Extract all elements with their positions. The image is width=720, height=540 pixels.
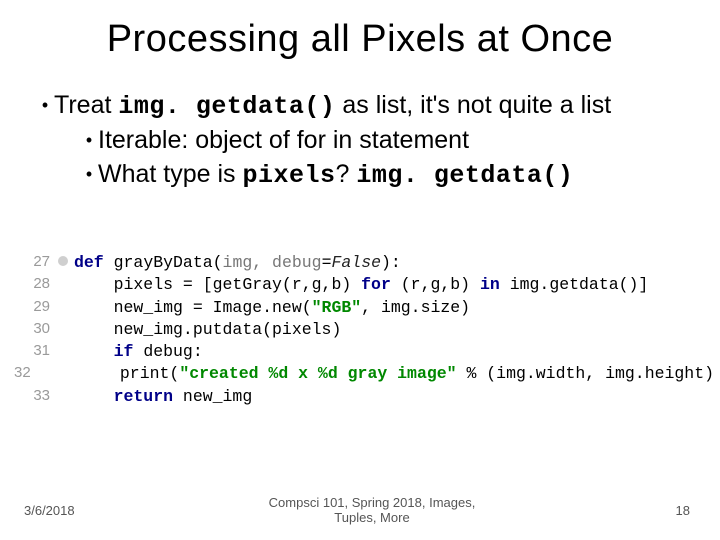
code-text: print("created %d x %d gray image" % (im… xyxy=(41,363,714,385)
text-run: print( xyxy=(41,364,180,383)
sub-bullet-text: Iterable: object of for in statement xyxy=(98,124,684,158)
text-run: (r,g,b) xyxy=(391,275,480,294)
code-line: 27 def grayByData(img, debug=False): xyxy=(14,252,698,274)
slide: Processing all Pixels at Once • Treat im… xyxy=(0,0,720,540)
bullet-item: • Treat img. getdata() as list, it's not… xyxy=(36,89,684,124)
footer: 3/6/2018 Compsci 101, Spring 2018, Image… xyxy=(0,495,720,526)
bullet-dot: • xyxy=(36,89,54,121)
code-text: if debug: xyxy=(74,341,203,363)
text-run: % (img.width, img.height) xyxy=(457,364,714,383)
inline-code: pixels xyxy=(243,161,336,190)
code-text: def grayByData(img, debug=False): xyxy=(74,252,401,274)
literal: False xyxy=(331,253,381,272)
bullet-text: Treat img. getdata() as list, it's not q… xyxy=(54,89,684,124)
gutter xyxy=(60,341,74,363)
keyword: return xyxy=(74,387,183,406)
code-text: new_img = Image.new("RGB", img.size) xyxy=(74,297,470,319)
line-number: 30 xyxy=(14,319,60,341)
punct: = xyxy=(322,253,332,272)
line-number: 27 xyxy=(14,252,60,274)
footer-page: 18 xyxy=(630,503,690,518)
keyword: in xyxy=(480,275,500,294)
line-number: 31 xyxy=(14,341,60,363)
text-run: Treat xyxy=(54,91,118,119)
slide-title: Processing all Pixels at Once xyxy=(0,0,720,61)
text-run: ? xyxy=(336,160,357,188)
gutter xyxy=(60,386,74,408)
gutter xyxy=(60,319,74,341)
keyword: if xyxy=(74,342,143,361)
gutter xyxy=(60,297,74,319)
sub-bullet-item: • What type is pixels? img. getdata() xyxy=(80,158,684,193)
sub-bullet-list: • Iterable: object of for in statement •… xyxy=(36,124,684,193)
bullet-dot: • xyxy=(80,158,98,190)
identifier: grayByData xyxy=(114,253,213,272)
keyword: def xyxy=(74,253,114,272)
line-number: 29 xyxy=(14,297,60,319)
text-run: What type is xyxy=(98,160,243,188)
identifier: new_img xyxy=(183,387,252,406)
inline-code: img. getdata() xyxy=(356,161,573,190)
text-run: new_img = Image.new( xyxy=(74,298,312,317)
keyword: for xyxy=(361,275,391,294)
string: "RGB" xyxy=(312,298,362,317)
line-number: 33 xyxy=(14,386,60,408)
footer-line: Tuples, More xyxy=(114,510,630,526)
code-text: pixels = [getGray(r,g,b) for (r,g,b) in … xyxy=(74,274,648,296)
line-number: 28 xyxy=(14,274,60,296)
code-line: 30 new_img.putdata(pixels) xyxy=(14,319,698,341)
fold-icon xyxy=(58,256,68,266)
line-number: 32 xyxy=(14,363,41,385)
bullet-list: • Treat img. getdata() as list, it's not… xyxy=(0,89,720,192)
text-run: pixels = [getGray(r,g,b) xyxy=(74,275,361,294)
gutter xyxy=(60,274,74,296)
footer-date: 3/6/2018 xyxy=(24,503,114,518)
text-run: img.getdata()] xyxy=(500,275,649,294)
inline-code: img. getdata() xyxy=(118,92,335,121)
string: "created %d x %d gray image" xyxy=(179,364,456,383)
bullet-dot: • xyxy=(80,124,98,156)
code-line: 32 print("created %d x %d gray image" % … xyxy=(14,363,698,385)
text-run: , img.size) xyxy=(361,298,470,317)
code-line: 31 if debug: xyxy=(14,341,698,363)
sub-bullet-text: What type is pixels? img. getdata() xyxy=(98,158,684,193)
punct: ( xyxy=(213,253,223,272)
code-block: 27 def grayByData(img, debug=False): 28 … xyxy=(14,248,698,412)
footer-line: Compsci 101, Spring 2018, Images, xyxy=(114,495,630,511)
code-text: return new_img xyxy=(74,386,252,408)
text-run: debug: xyxy=(143,342,202,361)
text-run: as list, it's not quite a list xyxy=(335,91,611,119)
param: img, debug xyxy=(223,253,322,272)
code-line: 29 new_img = Image.new("RGB", img.size) xyxy=(14,297,698,319)
gutter xyxy=(60,252,74,274)
sub-bullet-item: • Iterable: object of for in statement xyxy=(80,124,684,158)
code-line: 33 return new_img xyxy=(14,386,698,408)
footer-center: Compsci 101, Spring 2018, Images, Tuples… xyxy=(114,495,630,526)
punct: ): xyxy=(381,253,401,272)
code-text: new_img.putdata(pixels) xyxy=(74,319,341,341)
code-line: 28 pixels = [getGray(r,g,b) for (r,g,b) … xyxy=(14,274,698,296)
